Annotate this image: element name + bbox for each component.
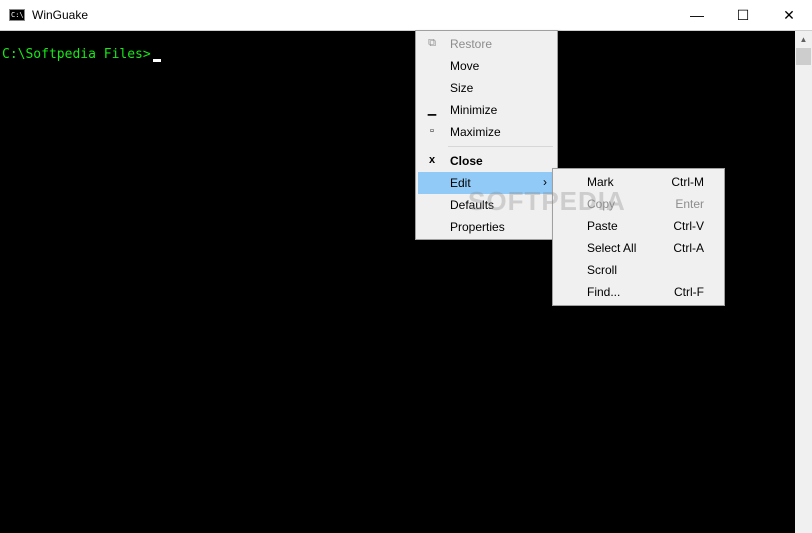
menu-item-edit[interactable]: Edit ›: [418, 172, 555, 194]
menu-item-move[interactable]: Move: [418, 55, 555, 77]
submenu-item-label: Mark: [587, 175, 614, 189]
vertical-scrollbar[interactable]: ▲: [795, 31, 812, 533]
submenu-item-label: Paste: [587, 219, 618, 233]
submenu-item-label: Copy: [587, 197, 616, 211]
command-prompt: C:\Softpedia Files>: [2, 47, 151, 62]
shortcut-label: Enter: [675, 197, 704, 211]
menu-item-defaults[interactable]: Defaults: [418, 194, 555, 216]
scroll-thumb[interactable]: [796, 48, 811, 65]
close-icon: x: [428, 154, 436, 166]
submenu-item-label: Select All: [587, 241, 637, 255]
submenu-item-scroll[interactable]: Scroll: [555, 259, 722, 281]
console-app-icon[interactable]: C:\: [9, 9, 25, 21]
menu-item-label: Properties: [450, 220, 505, 234]
submenu-arrow-icon: ›: [543, 175, 547, 189]
submenu-item-select-all[interactable]: Select All Ctrl-A: [555, 237, 722, 259]
scroll-up-arrow-icon[interactable]: ▲: [795, 31, 812, 48]
submenu-item-label: Find...: [587, 285, 621, 299]
edit-submenu: Mark Ctrl-M Copy Enter Paste Ctrl-V Sele…: [552, 168, 725, 306]
menu-item-size[interactable]: Size: [418, 77, 555, 99]
minimize-button[interactable]: —: [674, 0, 720, 30]
maximize-icon: ☐: [736, 6, 750, 23]
submenu-item-copy[interactable]: Copy Enter: [555, 193, 722, 215]
submenu-item-label: Scroll: [587, 263, 618, 277]
window-title: WinGuake: [32, 8, 89, 22]
submenu-item-find[interactable]: Find... Ctrl-F: [555, 281, 722, 303]
menu-separator: [448, 146, 553, 147]
minimize-icon: ▁: [427, 104, 437, 116]
minimize-icon: —: [690, 7, 704, 23]
menu-item-label: Move: [450, 59, 480, 73]
shortcut-label: Ctrl-F: [674, 285, 704, 299]
text-cursor: [153, 59, 161, 62]
menu-item-restore[interactable]: ⧉ Restore: [418, 33, 555, 55]
submenu-item-paste[interactable]: Paste Ctrl-V: [555, 215, 722, 237]
shortcut-label: Ctrl-A: [673, 241, 704, 255]
menu-item-label: Defaults: [450, 198, 495, 212]
menu-item-properties[interactable]: Properties: [418, 216, 555, 238]
menu-item-label: Maximize: [450, 125, 501, 139]
shortcut-label: Ctrl-V: [673, 219, 704, 233]
shortcut-label: Ctrl-M: [671, 175, 704, 189]
maximize-icon: ▫: [430, 125, 434, 137]
close-button[interactable]: ✕: [766, 0, 812, 30]
menu-item-label: Edit: [450, 176, 471, 190]
menu-item-close[interactable]: x Close: [418, 150, 555, 172]
submenu-item-mark[interactable]: Mark Ctrl-M: [555, 171, 722, 193]
menu-item-label: Minimize: [450, 103, 498, 117]
close-icon: ✕: [783, 6, 795, 23]
menu-item-label: Restore: [450, 37, 493, 51]
restore-icon: ⧉: [428, 37, 436, 49]
menu-item-maximize[interactable]: ▫ Maximize: [418, 121, 555, 143]
title-bar[interactable]: C:\ WinGuake — ☐ ✕: [0, 0, 812, 31]
system-menu: ⧉ Restore Move Size ▁ Minimize ▫ Maximiz…: [415, 30, 558, 240]
menu-item-label: Close: [450, 154, 483, 168]
menu-item-minimize[interactable]: ▁ Minimize: [418, 99, 555, 121]
maximize-button[interactable]: ☐: [720, 0, 766, 30]
menu-item-label: Size: [450, 81, 474, 95]
